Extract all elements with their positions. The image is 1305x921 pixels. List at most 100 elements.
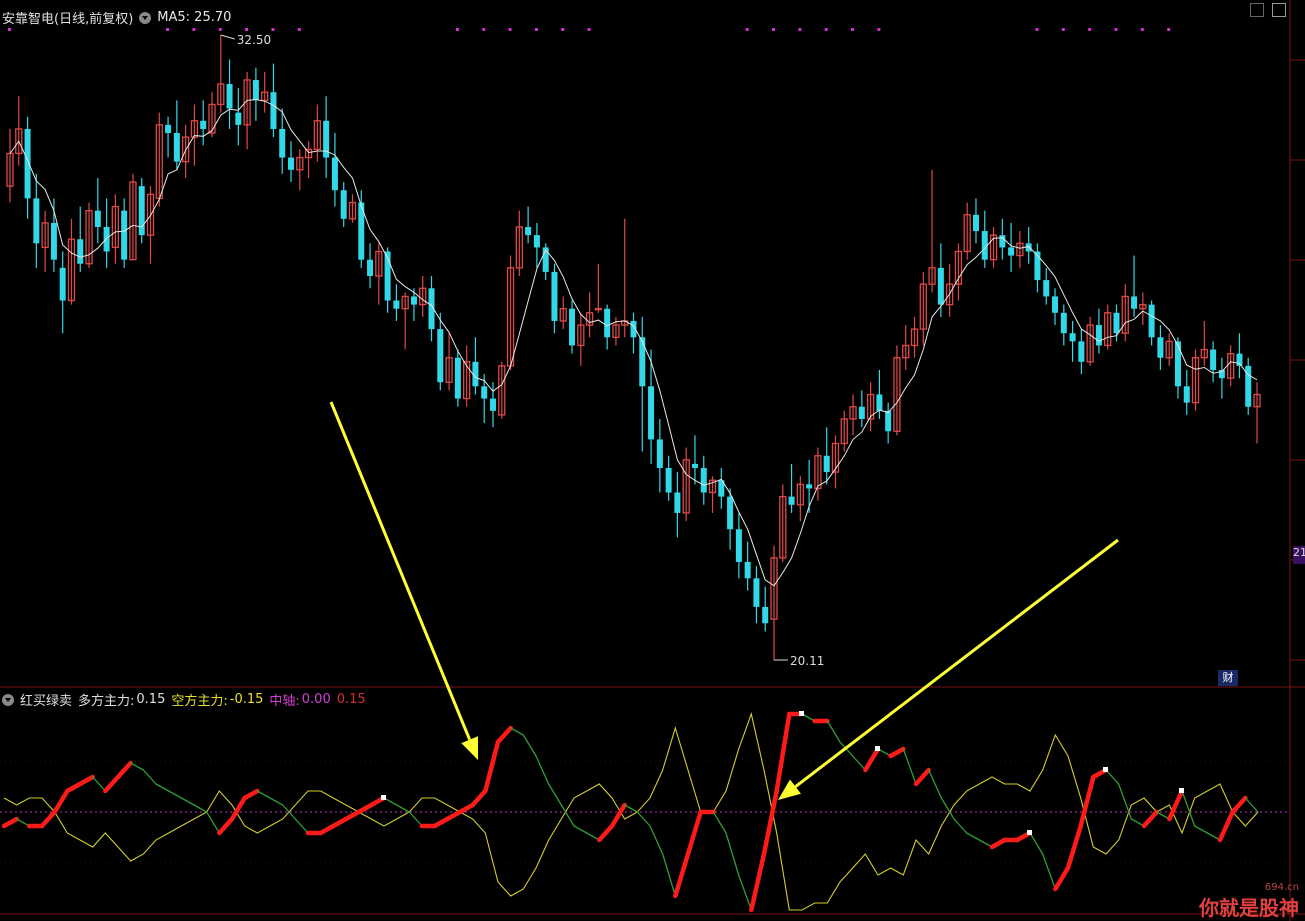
- candle-body-down: [665, 468, 672, 493]
- candle-body-down: [454, 357, 461, 399]
- candle-body-down: [200, 120, 207, 129]
- axis-label: 中轴:: [269, 694, 300, 709]
- watermark-text: 你就是股神: [1199, 896, 1299, 920]
- sell-segment: [1105, 769, 1120, 785]
- candle-body-down: [1043, 280, 1050, 297]
- candle-body-down: [489, 398, 496, 411]
- sell-segment: [636, 811, 651, 827]
- chart-window[interactable]: 32.50 20.11 安靠智电(日线,前复权) MA5: 25.70 红买绿卖 …: [0, 0, 1305, 921]
- sell-segment: [928, 769, 942, 799]
- candle-body-down: [393, 300, 400, 309]
- buy-segment: [1, 816, 19, 829]
- candle-body-down: [1113, 312, 1120, 334]
- sell-segment: [155, 783, 170, 792]
- candle-body-down: [569, 308, 576, 346]
- buy-segment: [217, 816, 235, 836]
- buy-segment: [52, 788, 70, 815]
- candle-body-down: [823, 455, 830, 473]
- finance-tag[interactable]: 财: [1218, 670, 1238, 686]
- signal-dot: [482, 28, 486, 31]
- signal-dot: [851, 28, 855, 31]
- sell-segment: [510, 727, 524, 736]
- low-label: 20.11: [790, 654, 824, 668]
- candle-body-down: [885, 410, 892, 432]
- chart-canvas[interactable]: 32.50 20.11: [0, 0, 1305, 921]
- sell-segment: [256, 790, 271, 799]
- signal-dot: [824, 28, 828, 31]
- candle-body-down: [806, 484, 813, 489]
- candle-body-down: [1008, 247, 1015, 256]
- candle-body-down: [648, 386, 655, 440]
- buy-segment: [483, 739, 501, 794]
- buy-segment: [1078, 774, 1096, 829]
- candle-body-down: [252, 79, 259, 101]
- candle-body-down: [235, 112, 242, 125]
- buy-segment: [1217, 809, 1235, 843]
- buy-segment: [495, 725, 513, 745]
- turn-marker: [799, 711, 804, 716]
- signal-dot: [192, 28, 196, 31]
- signal-dot: [1167, 28, 1171, 31]
- sell-segment: [193, 804, 208, 813]
- candle-body-down: [270, 92, 277, 129]
- buy-segment: [673, 851, 691, 899]
- buy-segment: [242, 788, 260, 801]
- signal-dot: [1061, 28, 1065, 31]
- buy-segment: [685, 809, 703, 857]
- signal-dot: [271, 28, 275, 31]
- signal-dot: [772, 28, 776, 31]
- candle-body-down: [1052, 296, 1059, 313]
- turn-marker: [1103, 767, 1108, 772]
- sell-segment: [269, 797, 284, 806]
- settings-circle-icon[interactable]: [139, 11, 152, 24]
- candle-body-down: [999, 235, 1006, 248]
- candle-body-down: [753, 578, 760, 607]
- sell-segment: [662, 853, 676, 897]
- buy-segment: [470, 788, 488, 808]
- arrow-left-shaft: [329, 401, 472, 741]
- arrow-right-shaft: [794, 538, 1119, 788]
- buy-segment: [39, 809, 57, 829]
- bear-value: -0.15: [229, 692, 264, 707]
- candle-body-down: [1148, 304, 1155, 338]
- sell-segment: [130, 762, 144, 771]
- sell-segment: [725, 832, 740, 876]
- candle-body-down: [858, 406, 865, 419]
- sell-segment: [573, 825, 588, 834]
- signal-dot: [587, 28, 591, 31]
- signal-dot: [218, 28, 222, 31]
- signal-dot: [297, 28, 301, 31]
- sell-segment: [535, 755, 550, 785]
- indicator-settings-circle-icon[interactable]: [2, 693, 14, 706]
- candle-body-down: [24, 128, 31, 199]
- high-marker: [220, 34, 235, 40]
- turn-marker: [381, 795, 386, 800]
- candle-body-down: [59, 267, 66, 301]
- buy-segment: [103, 774, 121, 794]
- signal-dot: [561, 28, 565, 31]
- candle-body-down: [410, 296, 417, 305]
- sell-segment: [902, 748, 917, 785]
- signal-dot: [8, 28, 11, 31]
- candle-body-down: [551, 271, 558, 321]
- sell-segment: [1181, 790, 1196, 827]
- buy-segment: [749, 851, 767, 913]
- candle-body-down: [481, 386, 488, 399]
- window-icon[interactable]: [1272, 3, 1286, 17]
- candle-body-down: [604, 308, 611, 338]
- sell-segment: [966, 832, 980, 841]
- signal-dot: [745, 28, 749, 31]
- axis-value: 0.00: [301, 692, 331, 707]
- candle-body-down: [103, 226, 110, 252]
- candle-body-down: [1210, 349, 1217, 370]
- sell-segment: [1042, 853, 1056, 890]
- candle-body-down: [762, 606, 769, 624]
- buy-segment: [1065, 823, 1083, 871]
- buy-segment: [1053, 865, 1071, 892]
- indicator-panel-header: 红买绿卖 多方主力: 0.15 空方主力: -0.15 中轴: 0.00 0.1…: [2, 690, 366, 709]
- candle-body-down: [173, 133, 180, 162]
- candle-body-down: [1078, 341, 1085, 362]
- bear-label: 空方主力:: [171, 694, 228, 709]
- turn-marker: [1179, 788, 1184, 793]
- diamond-icon[interactable]: [1250, 3, 1264, 17]
